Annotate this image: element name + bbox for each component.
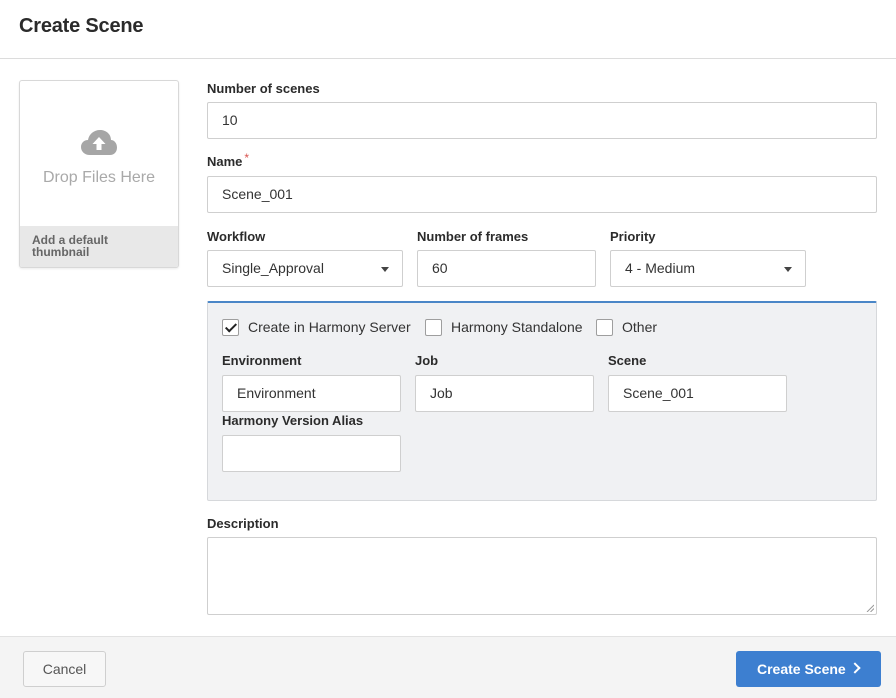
resize-grip-icon[interactable] — [866, 604, 874, 612]
cancel-button[interactable]: Cancel — [23, 651, 106, 687]
create-scene-label: Create Scene — [757, 661, 846, 677]
harmony-version-alias-input[interactable] — [222, 435, 401, 472]
create-scene-button[interactable]: Create Scene — [736, 651, 881, 687]
checkbox-checked-icon[interactable] — [222, 318, 239, 336]
name-label-text: Name — [207, 154, 243, 169]
number-of-frames-label: Number of frames — [417, 229, 529, 244]
caret-down-icon — [381, 267, 389, 272]
name-input[interactable]: Scene_001 — [207, 176, 877, 213]
workflow-select[interactable]: Single_Approval — [207, 250, 403, 287]
environment-input[interactable]: Environment — [222, 375, 401, 412]
checkbox-unchecked-icon[interactable] — [425, 318, 442, 336]
drop-files-text: Drop Files Here — [42, 169, 156, 186]
dialog-header: Create Scene — [0, 0, 896, 59]
priority-label: Priority — [610, 229, 656, 244]
workflow-label: Workflow — [207, 229, 266, 244]
other-label: Other — [622, 319, 658, 335]
create-in-harmony-server-label: Create in Harmony Server — [248, 319, 411, 335]
workflow-value: Single_Approval — [222, 260, 324, 276]
number-of-scenes-label: Number of scenes — [207, 81, 320, 96]
number-of-scenes-input[interactable]: 10 — [207, 102, 877, 139]
priority-value: 4 - Medium — [625, 260, 696, 276]
chevron-right-icon — [849, 662, 861, 674]
create-in-harmony-server-checkbox[interactable]: Create in Harmony Server — [222, 318, 411, 336]
scene-input[interactable]: Scene_001 — [608, 375, 787, 412]
name-label: Name * — [207, 151, 250, 169]
harmony-standalone-checkbox[interactable]: Harmony Standalone — [425, 318, 583, 336]
environment-label: Environment — [222, 353, 302, 368]
harmony-standalone-label: Harmony Standalone — [451, 319, 583, 335]
description-label: Description — [207, 516, 279, 531]
job-input[interactable]: Job — [415, 375, 594, 412]
scene-label: Scene — [608, 353, 647, 368]
caret-down-icon — [784, 267, 792, 272]
add-default-thumbnail-button[interactable]: Add a default thumbnail — [20, 226, 178, 267]
dialog-title: Create Scene — [19, 15, 144, 37]
number-of-frames-input[interactable]: 60 — [417, 250, 596, 287]
cloud-upload-icon — [81, 130, 117, 155]
priority-select[interactable]: 4 - Medium — [610, 250, 806, 287]
description-textarea[interactable] — [207, 537, 877, 615]
job-label: Job — [415, 353, 439, 368]
file-drop-zone[interactable]: Drop Files Here — [20, 81, 178, 226]
checkbox-unchecked-icon[interactable] — [596, 318, 613, 336]
thumbnail-panel: Drop Files Here Add a default thumbnail — [19, 80, 179, 268]
other-checkbox[interactable]: Other — [596, 318, 657, 336]
required-asterisk: * — [244, 151, 250, 165]
harmony-version-alias-label: Harmony Version Alias — [222, 413, 364, 428]
